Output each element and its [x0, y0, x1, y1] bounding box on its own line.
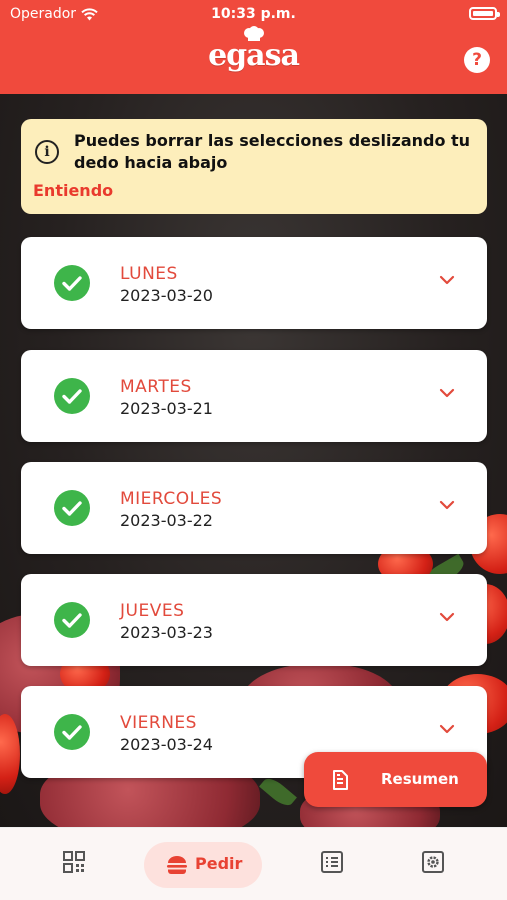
check-icon: [54, 265, 90, 301]
resumen-label: Resumen: [381, 770, 459, 788]
day-date: 2023-03-23: [120, 623, 213, 642]
chevron-down-icon[interactable]: [439, 724, 455, 734]
day-card-lunes[interactable]: LUNES 2023-03-20: [21, 237, 487, 329]
check-icon: [54, 602, 90, 638]
chevron-down-icon[interactable]: [439, 275, 455, 285]
tab-qr[interactable]: [62, 850, 86, 878]
check-icon: [54, 714, 90, 750]
day-name: MARTES: [120, 377, 192, 397]
app-header: Operador 10:33 p.m. egasa ?: [0, 0, 507, 94]
chevron-down-icon[interactable]: [439, 388, 455, 398]
day-name: VIERNES: [120, 713, 197, 733]
info-banner: i Puedes borrar las selecciones deslizan…: [21, 119, 487, 214]
logo-text: egasa: [208, 38, 300, 73]
receipt-icon: [333, 770, 348, 790]
day-date: 2023-03-21: [120, 399, 213, 418]
egasa-logo: egasa: [0, 26, 507, 73]
day-card-martes[interactable]: MARTES 2023-03-21: [21, 350, 487, 442]
info-icon: i: [35, 140, 59, 164]
settings-icon: [422, 851, 444, 873]
chevron-down-icon[interactable]: [439, 612, 455, 622]
tab-pedir-label: Pedir: [195, 854, 243, 873]
tab-pedir[interactable]: Pedir: [144, 842, 262, 888]
help-button[interactable]: ?: [464, 47, 490, 73]
check-icon: [54, 378, 90, 414]
battery-icon: [469, 7, 500, 20]
list-icon: [321, 851, 343, 873]
dismiss-banner-button[interactable]: Entiendo: [33, 181, 113, 200]
day-name: LUNES: [120, 264, 178, 284]
check-icon: [54, 490, 90, 526]
tab-list[interactable]: [320, 850, 344, 878]
chevron-down-icon[interactable]: [439, 500, 455, 510]
clock: 10:33 p.m.: [211, 6, 296, 22]
status-bar: Operador 10:33 p.m.: [0, 0, 507, 28]
day-name: MIERCOLES: [120, 489, 223, 509]
qr-code-icon: [63, 851, 85, 873]
day-date: 2023-03-22: [120, 511, 213, 530]
burger-icon: [167, 856, 187, 874]
day-card-jueves[interactable]: JUEVES 2023-03-23: [21, 574, 487, 666]
resumen-button[interactable]: Resumen: [304, 752, 487, 807]
day-card-miercoles[interactable]: MIERCOLES 2023-03-22: [21, 462, 487, 554]
banner-message: Puedes borrar las selecciones deslizando…: [74, 131, 471, 172]
day-name: JUEVES: [120, 601, 185, 621]
bottom-tab-bar: Pedir: [0, 827, 507, 900]
day-date: 2023-03-20: [120, 286, 213, 305]
tab-settings[interactable]: [421, 850, 445, 878]
day-date: 2023-03-24: [120, 735, 213, 754]
